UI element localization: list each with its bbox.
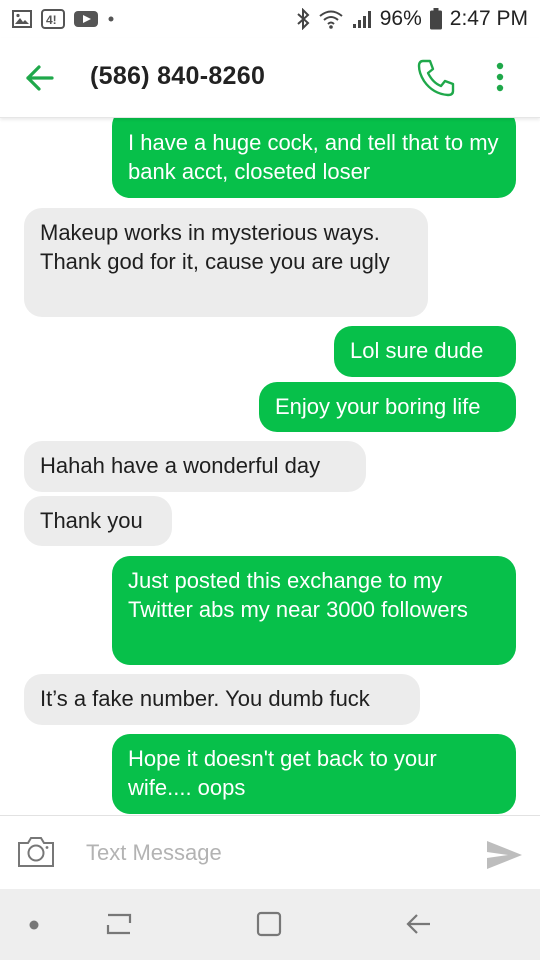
- camera-icon: [18, 837, 54, 867]
- message-input[interactable]: [86, 836, 456, 870]
- battery-icon: [429, 8, 442, 30]
- signal-icon: [352, 11, 371, 28]
- more-vert-icon: [496, 62, 504, 92]
- message-bubble-outgoing[interactable]: Hope it doesn't get back to your wife...…: [112, 734, 516, 814]
- nav-hide-dot-button[interactable]: [27, 918, 41, 932]
- message-bubble-incoming[interactable]: Thank you: [24, 496, 172, 546]
- send-button[interactable]: [484, 838, 524, 872]
- phone-icon: [417, 59, 455, 97]
- home-button[interactable]: [252, 907, 286, 941]
- system-back-button[interactable]: [402, 907, 436, 941]
- conversation-header: (586) 840-8260: [0, 38, 540, 118]
- message-bubble-outgoing[interactable]: Enjoy your boring life: [259, 382, 516, 432]
- image-icon: [12, 10, 32, 28]
- dot-icon: [29, 920, 39, 930]
- status-left-icons: 4!: [12, 9, 115, 29]
- send-icon: [487, 841, 522, 869]
- message-composer: [0, 815, 540, 889]
- battery-percent: 96%: [379, 7, 422, 30]
- message-bubble-incoming[interactable]: Makeup works in mysterious ways. Thank g…: [24, 208, 428, 317]
- message-thread[interactable]: I have a huge cock, and tell that to my …: [0, 118, 540, 815]
- back-button[interactable]: [22, 60, 58, 96]
- status-right-icons: 96% 2:47 PM: [296, 7, 528, 31]
- camera-button[interactable]: [16, 834, 56, 870]
- status-time: 2:47 PM: [449, 7, 528, 30]
- recent-apps-button[interactable]: [102, 907, 136, 941]
- status-bar: 4! 96% 2:47 PM: [0, 0, 540, 38]
- message-bubble-outgoing[interactable]: Lol sure dude: [334, 326, 516, 377]
- svg-text:4!: 4!: [46, 13, 57, 27]
- youtube-icon: [74, 11, 98, 27]
- arrow-left-icon: [26, 65, 54, 91]
- home-square-icon: [256, 911, 282, 937]
- more-options-button[interactable]: [486, 58, 514, 98]
- dot-icon: [108, 16, 114, 22]
- bluetooth-icon: [297, 8, 310, 30]
- message-bubble-outgoing[interactable]: Just posted this exchange to my Twitter …: [112, 556, 516, 665]
- recent-apps-icon: [106, 913, 132, 935]
- message-bubble-incoming[interactable]: Hahah have a wonderful day: [24, 441, 366, 492]
- message-bubble-incoming[interactable]: It’s a fake number. You dumb fuck: [24, 674, 420, 725]
- contact-title: (586) 840-8260: [90, 62, 266, 90]
- message-bubble-outgoing[interactable]: I have a huge cock, and tell that to my …: [112, 118, 516, 198]
- call-button[interactable]: [414, 56, 458, 100]
- wifi-icon: [319, 10, 343, 29]
- notification-icon: 4!: [41, 9, 65, 29]
- back-arrow-icon: [406, 914, 430, 934]
- system-navigation-bar: [0, 889, 540, 960]
